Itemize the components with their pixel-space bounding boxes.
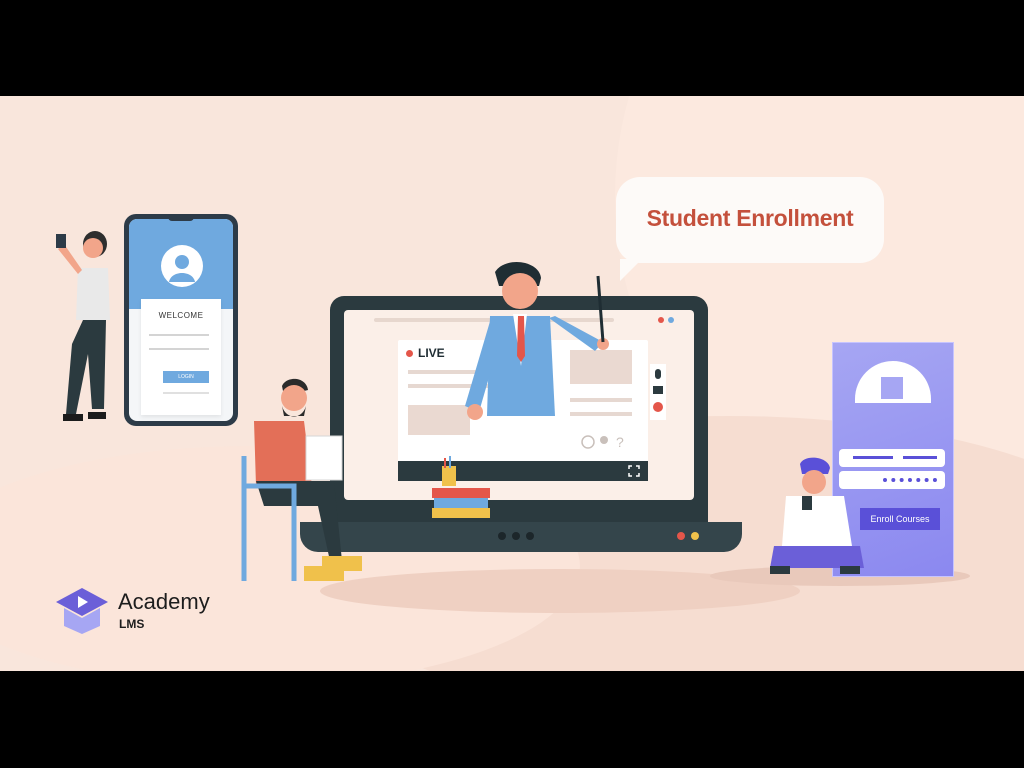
close-icon[interactable] [653, 402, 663, 412]
user-icon [161, 245, 203, 287]
bubble-title: Student Enrollment [646, 205, 854, 231]
speech-bubble: Student Enrollment [616, 177, 884, 281]
brand-product: LMS [119, 617, 145, 631]
camera-icon[interactable] [653, 386, 663, 394]
brand-name: Academy [118, 589, 210, 614]
phone-header [129, 219, 233, 309]
mic-icon[interactable] [655, 369, 661, 379]
login-button[interactable]: LOGIN [163, 371, 209, 383]
woman-with-phone-illustration [56, 231, 110, 421]
phone-mockup: WELCOME LOGIN [124, 214, 238, 426]
book-stack-icon [432, 456, 490, 518]
side-toolbar [650, 364, 666, 420]
fullscreen-icon[interactable] [628, 465, 640, 477]
pencil-cup-icon [442, 466, 456, 486]
login-card: WELCOME LOGIN [141, 299, 221, 415]
seated-man-illustration [241, 378, 362, 581]
welcome-title: WELCOME [158, 311, 204, 320]
banner: Student Enrollment WELCOME LOGIN LIVE ? … [0, 96, 1024, 671]
student-with-phone-illustration [770, 457, 864, 574]
teacher-illustration [465, 261, 609, 420]
academy-lms-logo [56, 588, 108, 634]
live-indicator [406, 350, 413, 357]
live-label: LIVE [418, 346, 445, 360]
